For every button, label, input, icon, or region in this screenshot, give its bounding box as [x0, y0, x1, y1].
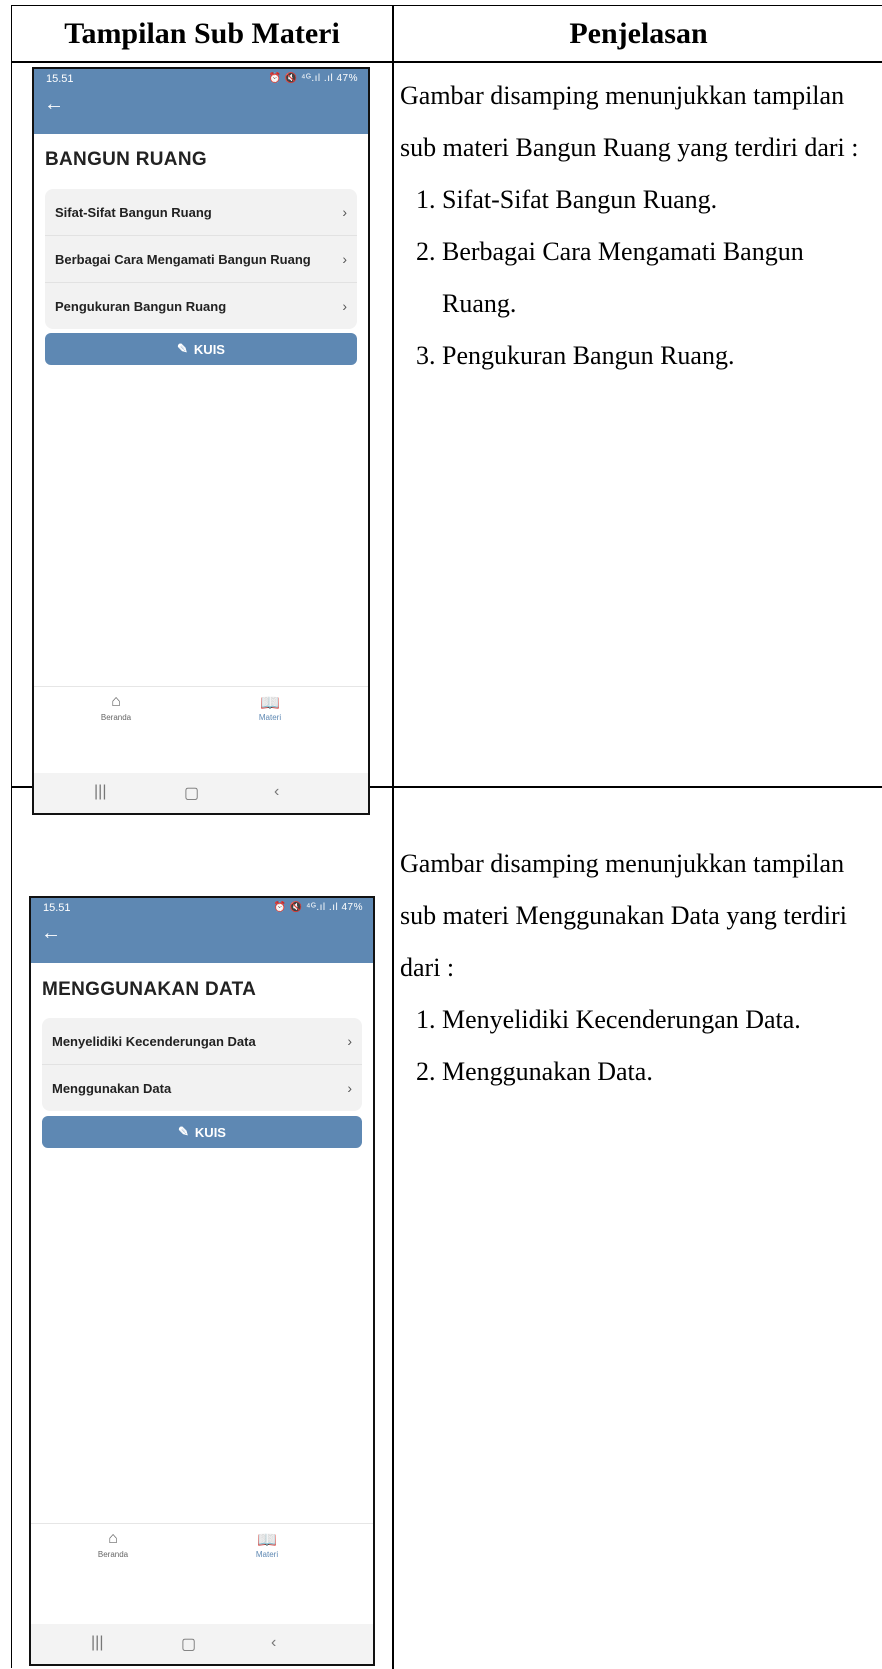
recent-apps-icon[interactable]: |||: [94, 783, 106, 801]
description-list-item: Menggunakan Data.: [442, 1046, 875, 1098]
status-bar: 15.51 ⏰ 🔇 ⁴ᴳ.ıl .ıl 47%: [34, 73, 368, 87]
description-bangun-ruang: Gambar disamping menunjukkan tampilan su…: [400, 70, 875, 382]
book-icon: 📖: [260, 695, 280, 712]
description-intro: Gambar disamping menunjukkan tampilan su…: [400, 849, 847, 982]
chevron-right-icon: ›: [347, 1033, 352, 1049]
chevron-right-icon: ›: [347, 1080, 352, 1096]
back-arrow-icon[interactable]: ←: [41, 922, 61, 945]
page-title: BANGUN RUANG: [45, 149, 207, 170]
home-button-icon[interactable]: ▢: [181, 1634, 196, 1654]
home-button-icon[interactable]: ▢: [184, 783, 199, 803]
system-nav-bar: ||| ▢ ‹: [31, 1624, 373, 1664]
status-bar: 15.51 ⏰ 🔇 ⁴ᴳ.ıl .ıl 47%: [31, 902, 373, 916]
header-divider: [12, 61, 882, 63]
list-item-label: Pengukuran Bangun Ruang: [55, 298, 227, 314]
nav-beranda[interactable]: ⌂ Beranda: [76, 693, 156, 722]
kuis-button[interactable]: ✎ KUIS: [45, 333, 357, 365]
list-item-label: Berbagai Cara Mengamati Bangun Ruang: [55, 251, 311, 267]
list-item[interactable]: Berbagai Cara Mengamati Bangun Ruang ›: [45, 236, 357, 283]
phone-screenshot-bangun-ruang: 15.51 ⏰ 🔇 ⁴ᴳ.ıl .ıl 47% ← BANGUN RUANG S…: [32, 67, 370, 815]
description-list-item: Sifat-Sifat Bangun Ruang.: [442, 174, 875, 226]
book-icon: 📖: [257, 1532, 277, 1549]
list-item[interactable]: Menyelidiki Kecenderungan Data ›: [42, 1018, 362, 1065]
status-time: 15.51: [43, 902, 71, 914]
app-bar: 15.51 ⏰ 🔇 ⁴ᴳ.ıl .ıl 47% ←: [34, 69, 368, 134]
header-tampilan: Tampilan Sub Materi: [64, 16, 340, 50]
page-title: MENGGUNAKAN DATA: [42, 979, 257, 1000]
description-list-item: Berbagai Cara Mengamati Bangun Ruang.: [442, 226, 875, 330]
nav-materi[interactable]: 📖 Materi: [227, 1530, 307, 1559]
submateri-list: Sifat-Sifat Bangun Ruang › Berbagai Cara …: [45, 189, 357, 329]
nav-materi-label: Materi: [258, 713, 282, 722]
status-icons: ⏰ 🔇 ⁴ᴳ.ıl .ıl 47%: [273, 902, 363, 913]
kuis-button[interactable]: ✎ KUIS: [42, 1116, 362, 1148]
nav-beranda[interactable]: ⌂ Beranda: [73, 1530, 153, 1559]
quiz-icon: ✎: [177, 341, 188, 356]
bottom-nav: ⌂ Beranda 📖 Materi: [31, 1523, 373, 1576]
list-item[interactable]: Menggunakan Data ›: [42, 1065, 362, 1111]
chevron-right-icon: ›: [342, 204, 347, 220]
system-nav-bar: ||| ▢ ‹: [34, 773, 368, 813]
quiz-icon: ✎: [178, 1124, 189, 1139]
status-time: 15.51: [46, 73, 74, 85]
bottom-nav: ⌂ Beranda 📖 Materi: [34, 686, 368, 739]
nav-beranda-label: Beranda: [97, 1550, 129, 1559]
chevron-right-icon: ›: [342, 298, 347, 314]
kuis-label: KUIS: [194, 1124, 226, 1140]
chevron-right-icon: ›: [342, 251, 347, 267]
list-item[interactable]: Sifat-Sifat Bangun Ruang ›: [45, 189, 357, 236]
column-divider: [392, 6, 394, 1669]
kuis-label: KUIS: [193, 341, 225, 357]
submateri-list: Menyelidiki Kecenderungan Data › Mengguna…: [42, 1018, 362, 1111]
list-item-label: Menyelidiki Kecenderungan Data: [52, 1033, 256, 1049]
description-list: Menyelidiki Kecenderungan Data. Mengguna…: [400, 994, 875, 1098]
description-menggunakan-data: Gambar disamping menunjukkan tampilan su…: [400, 838, 875, 1098]
recent-apps-icon[interactable]: |||: [91, 1634, 103, 1652]
back-arrow-icon[interactable]: ←: [44, 93, 64, 116]
list-item-label: Menggunakan Data: [52, 1080, 172, 1096]
home-icon: ⌂: [108, 1530, 118, 1547]
nav-materi[interactable]: 📖 Materi: [230, 693, 310, 722]
status-icons: ⏰ 🔇 ⁴ᴳ.ıl .ıl 47%: [268, 73, 358, 84]
nav-beranda-label: Beranda: [100, 713, 132, 722]
description-list: Sifat-Sifat Bangun Ruang. Berbagai Cara …: [400, 174, 875, 382]
list-item-label: Sifat-Sifat Bangun Ruang: [55, 204, 212, 220]
nav-materi-label: Materi: [255, 1550, 279, 1559]
app-bar: 15.51 ⏰ 🔇 ⁴ᴳ.ıl .ıl 47% ←: [31, 898, 373, 963]
system-back-icon[interactable]: ‹: [274, 783, 279, 801]
list-item[interactable]: Pengukuran Bangun Ruang ›: [45, 283, 357, 329]
description-list-item: Menyelidiki Kecenderungan Data.: [442, 994, 875, 1046]
description-intro: Gambar disamping menunjukkan tampilan su…: [400, 81, 859, 162]
header-penjelasan: Penjelasan: [569, 16, 708, 50]
system-back-icon[interactable]: ‹: [271, 1634, 276, 1652]
home-icon: ⌂: [111, 693, 121, 710]
description-list-item: Pengukuran Bangun Ruang.: [442, 330, 875, 382]
phone-screenshot-menggunakan-data: 15.51 ⏰ 🔇 ⁴ᴳ.ıl .ıl 47% ← MENGGUNAKAN DA…: [29, 896, 375, 1666]
